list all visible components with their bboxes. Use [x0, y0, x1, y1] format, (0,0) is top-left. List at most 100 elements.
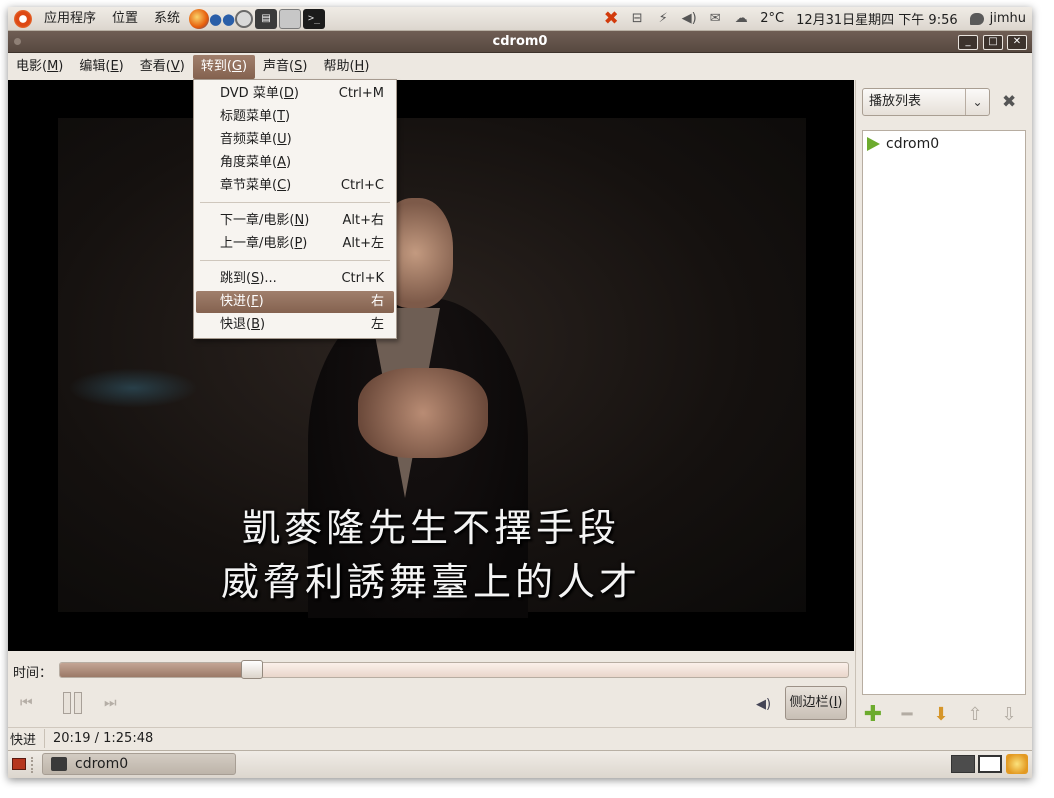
power-plug-icon[interactable]: ⚡: [652, 9, 674, 29]
ubuntu-logo-icon[interactable]: [14, 9, 32, 28]
system-tray: ✖ ⊟ ⚡ ◀) ✉ ☁ 2°C 12月31日星期四 下午 9:56 jimhu: [598, 7, 1032, 31]
menu-item-skip-backward[interactable]: 快退(B) 左: [196, 314, 394, 336]
menu-item-label: 快退(: [220, 317, 252, 332]
menu-edit-mnemonic: E: [110, 59, 119, 74]
window-titlebar[interactable]: cdrom0 _ □ ✕: [8, 31, 1032, 53]
menu-help[interactable]: 帮助(H): [315, 55, 377, 79]
subtitle-line-1: 凱麥隆先生不擇手段: [241, 506, 620, 550]
menu-item-mnemonic: A: [277, 155, 286, 170]
mail-icon[interactable]: ✉: [704, 9, 726, 29]
menu-item-next-chapter[interactable]: 下一章/电影(N) Alt+右: [196, 210, 394, 232]
taskbar-window-label: cdrom0: [75, 756, 129, 772]
menu-edit[interactable]: 编辑(E): [71, 55, 131, 79]
menu-sound-label: 声音(: [263, 59, 295, 74]
menu-item-mnemonic: C: [277, 178, 287, 193]
goto-menu-dropdown: DVD 菜单(D) Ctrl+M 标题菜单(T) 音频菜单(U) 角度菜单(A) …: [193, 79, 397, 339]
menu-help-mnemonic: H: [354, 59, 365, 74]
volume-icon[interactable]: ◀): [678, 9, 700, 29]
menubar: 电影(M) 编辑(E) 查看(V) 转到(G) 声音(S) 帮助(H): [8, 54, 1032, 80]
remove-icon[interactable]: ━: [896, 704, 918, 726]
close-icon[interactable]: ✖: [1002, 92, 1016, 112]
menu-view-label: 查看(: [139, 59, 171, 74]
menu-go[interactable]: 转到(G): [192, 55, 256, 79]
chevron-down-icon[interactable]: ⌄: [965, 89, 989, 115]
workspace-1-icon[interactable]: [951, 755, 975, 773]
next-chapter-icon[interactable]: ⏭: [104, 692, 130, 714]
menu-item-angle-menu[interactable]: 角度菜单(A): [196, 152, 394, 174]
close-button[interactable]: ✕: [1007, 35, 1027, 50]
menu-item-label: 音频菜单(: [220, 132, 278, 147]
status-mode: 快进: [8, 729, 46, 748]
seek-slider[interactable]: [59, 662, 849, 678]
desktop-screen: 应用程序 位置 系统 ●● ▤ >_ ✖ ⊟ ⚡ ◀) ✉ ☁ 2°C 12月3…: [8, 7, 1032, 778]
update-notifier-icon[interactable]: ✖: [600, 8, 622, 29]
menu-view-mnemonic: V: [170, 59, 180, 74]
firefox-icon[interactable]: [189, 8, 210, 29]
trash-icon[interactable]: [1006, 754, 1028, 774]
play-icon: [867, 137, 880, 151]
user-menu[interactable]: jimhu: [984, 11, 1032, 26]
add-icon[interactable]: ✚: [862, 704, 884, 726]
previous-chapter-icon[interactable]: ⏮: [20, 692, 46, 714]
volume-button-icon[interactable]: ◀): [756, 697, 771, 712]
menu-edit-label-end: ): [118, 59, 124, 74]
terminal-icon[interactable]: >_: [303, 8, 326, 29]
menu-help-label: 帮助(: [323, 59, 355, 74]
menu-item-dvd-menu[interactable]: DVD 菜单(D) Ctrl+M: [196, 83, 394, 105]
menu-item-mnemonic: F: [251, 294, 259, 309]
workspace-2-icon[interactable]: [978, 755, 1002, 773]
menu-item-accelerator: 右: [370, 294, 384, 309]
menu-item-audio-menu[interactable]: 音频菜单(U): [196, 129, 394, 151]
menu-item-label: 快进(: [220, 294, 252, 309]
maximize-button[interactable]: □: [983, 35, 1003, 50]
pause-icon[interactable]: [63, 692, 85, 714]
menu-item-chapter-menu[interactable]: 章节菜单(C) Ctrl+C: [196, 175, 394, 197]
panel-grip[interactable]: [31, 757, 35, 773]
pidgin-icon[interactable]: ●●: [209, 9, 235, 29]
weather-icon[interactable]: ☁: [730, 9, 752, 29]
weather-temperature[interactable]: 2°C: [754, 11, 790, 26]
menu-item-label: 章节菜单(: [220, 178, 278, 193]
chat-status-icon[interactable]: [969, 12, 984, 25]
menu-item-title-menu[interactable]: 标题菜单(T): [196, 106, 394, 128]
minimize-button[interactable]: _: [958, 35, 978, 50]
system-menu[interactable]: 系统: [146, 7, 188, 31]
menu-help-label-end: ): [364, 59, 370, 74]
places-menu[interactable]: 位置: [104, 7, 146, 31]
sidebar-page-select[interactable]: 播放列表 ⌄: [862, 88, 990, 116]
menu-item-skip-forward[interactable]: 快进(F) 右: [196, 291, 394, 313]
menu-item-accelerator: Ctrl+K: [341, 271, 384, 286]
menu-sound[interactable]: 声音(S): [255, 55, 315, 79]
disc-burner-icon[interactable]: [235, 9, 254, 28]
menu-separator: [200, 202, 390, 203]
move-up-icon[interactable]: ⇧: [964, 704, 986, 726]
menu-item-label: 上一章/电影(: [220, 236, 295, 251]
video-area[interactable]: 凱麥隆先生不擇手段 威脅利誘舞臺上的人才: [8, 80, 854, 651]
menu-item-previous-chapter[interactable]: 上一章/电影(P) Alt+左: [196, 233, 394, 255]
menu-movie-label-end: ): [58, 59, 64, 74]
camera-icon[interactable]: [279, 8, 302, 29]
menu-edit-label: 编辑(: [79, 59, 111, 74]
clock[interactable]: 12月31日星期四 下午 9:56: [790, 9, 964, 28]
movie-player-icon[interactable]: ▤: [255, 8, 278, 29]
menu-view[interactable]: 查看(V): [132, 55, 193, 79]
menu-item-skip-to[interactable]: 跳到(S)... Ctrl+K: [196, 268, 394, 290]
menu-item-mnemonic: D: [283, 86, 294, 101]
save-playlist-icon[interactable]: ⬇: [930, 704, 952, 726]
movie-player-icon: [51, 757, 67, 771]
time-label: 时间：: [13, 666, 53, 681]
playlist-item[interactable]: cdrom0: [867, 135, 939, 153]
sidebar-toggle-button[interactable]: 侧边栏(I): [785, 686, 847, 720]
show-desktop-icon[interactable]: [12, 758, 26, 770]
menu-item-label-end: ): [304, 213, 310, 228]
bottom-panel: cdrom0: [8, 750, 1032, 778]
menu-item-mnemonic: U: [277, 132, 287, 147]
playlist[interactable]: cdrom0: [862, 130, 1026, 695]
network-icon[interactable]: ⊟: [626, 9, 648, 29]
menu-movie[interactable]: 电影(M): [8, 55, 71, 79]
taskbar-window-button[interactable]: cdrom0: [42, 753, 236, 775]
menu-sound-label-end: ): [302, 59, 308, 74]
seek-handle[interactable]: [241, 660, 264, 679]
applications-menu[interactable]: 应用程序: [36, 7, 104, 31]
move-down-icon[interactable]: ⇩: [998, 704, 1020, 726]
